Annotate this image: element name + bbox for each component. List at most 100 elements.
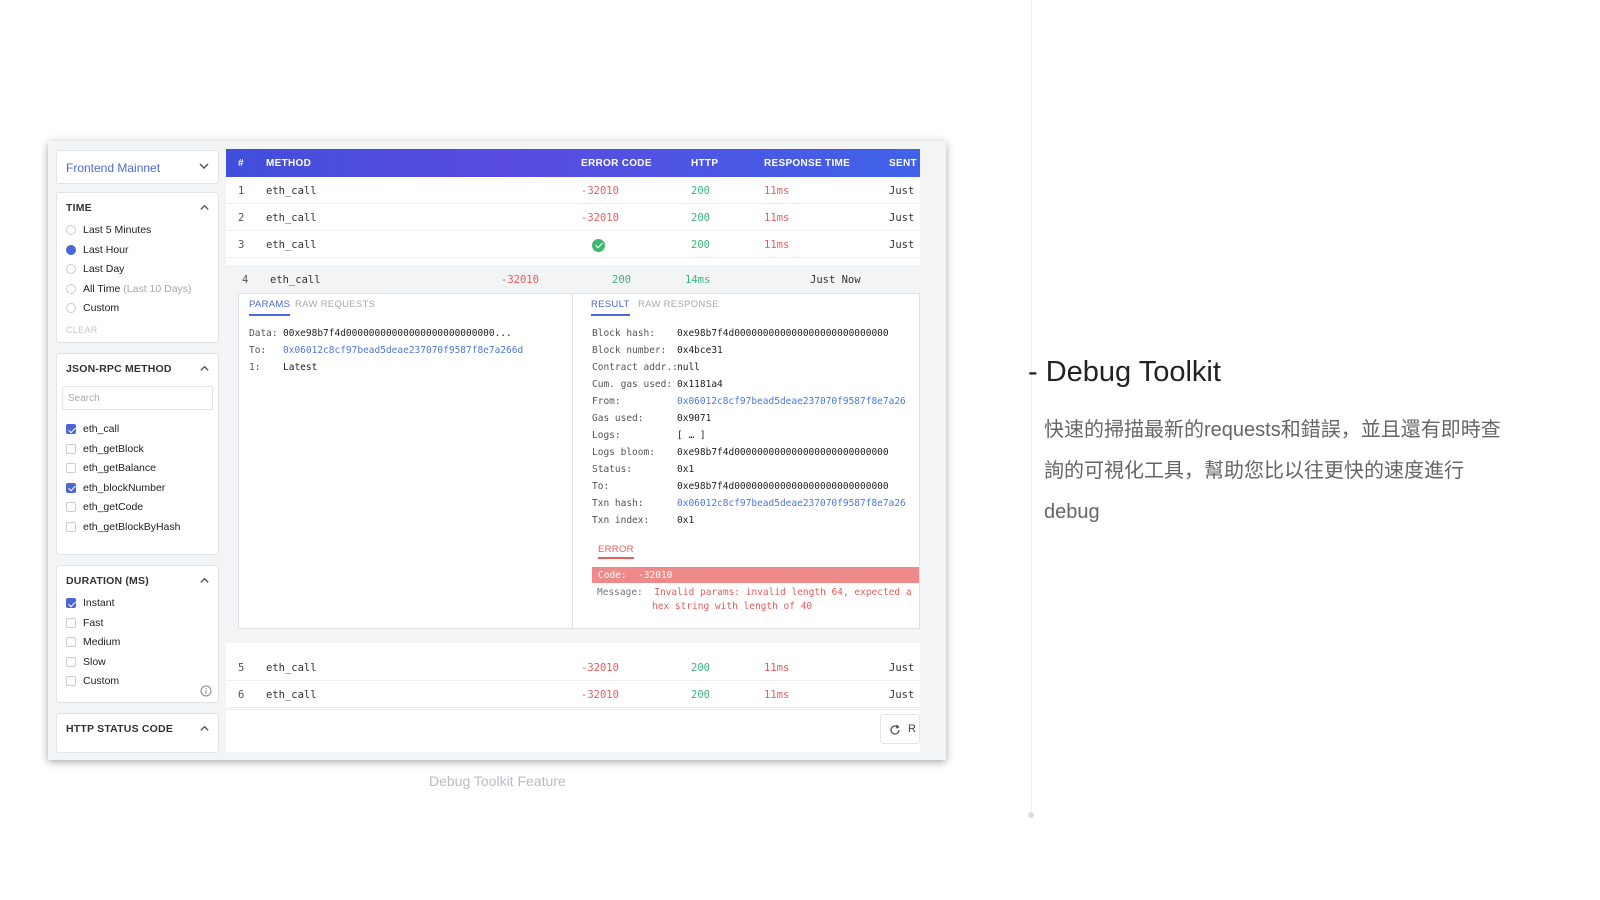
- result-key: Block number:: [592, 345, 667, 356]
- param-key: 1:: [249, 362, 261, 373]
- method-search-input[interactable]: Search: [62, 386, 213, 410]
- param-to: To: 0x06012c8cf97bead5deae237070f9587f8e7…: [249, 345, 523, 356]
- param-value-link[interactable]: 0x06012c8cf97bead5deae237070f9587f8e7a26…: [283, 345, 523, 356]
- chevron-up-icon: [200, 365, 209, 371]
- row-response-time: 11ms: [764, 662, 790, 674]
- clear-button[interactable]: CLEAR: [57, 319, 218, 341]
- result-txn-index: Txn index: 0x1: [592, 515, 694, 526]
- table-row[interactable]: 5 eth_call -32010 200 11ms Just: [226, 654, 920, 681]
- divider-dot: [1028, 812, 1034, 818]
- duration-option-medium[interactable]: Medium: [57, 633, 218, 653]
- duration-option-instant[interactable]: Instant: [57, 594, 218, 614]
- checkbox-checked-icon: [66, 598, 76, 608]
- result-key: To:: [592, 481, 610, 492]
- error-message-continued: hex string with length of 40: [652, 601, 813, 612]
- tab-raw-response[interactable]: RAW RESPONSE: [638, 299, 719, 314]
- time-option-all-time[interactable]: All Time (Last 10 Days): [57, 280, 218, 300]
- debug-toolkit-screenshot: Frontend Mainnet TIME Last 5 Minutes Las…: [48, 141, 946, 760]
- checkbox-icon: [66, 656, 76, 667]
- result-value: 0x4bce31: [677, 345, 723, 356]
- header-error-code[interactable]: ERROR CODE: [581, 158, 652, 169]
- row-sent: Just: [889, 662, 915, 674]
- checkbox-icon: [66, 502, 76, 512]
- duration-option-custom[interactable]: Custom: [57, 672, 218, 692]
- header-response-time[interactable]: RESPONSE TIME: [764, 158, 850, 169]
- row-num: 3: [238, 239, 245, 251]
- table-row[interactable]: 6 eth_call -32010 200 11ms Just: [226, 681, 920, 708]
- result-logs-bloom: Logs bloom: 0xe98b7f4d0000000000000000000…: [592, 447, 889, 458]
- duration-option-fast[interactable]: Fast: [57, 614, 218, 634]
- checkbox-icon: [66, 617, 76, 628]
- header-method[interactable]: METHOD: [266, 158, 311, 169]
- duration-filter-panel: DURATION (MS) Instant Fast Medium Slow C…: [56, 565, 219, 703]
- http-status-filter-header[interactable]: HTTP STATUS CODE: [57, 714, 218, 742]
- time-filter-header[interactable]: TIME: [57, 193, 218, 221]
- row-num: 4: [242, 274, 249, 286]
- time-option-custom[interactable]: Custom: [57, 299, 218, 319]
- requests-table: # METHOD ERROR CODE HTTP RESPONSE TIME S…: [226, 149, 920, 752]
- checkbox-icon: [66, 521, 76, 532]
- row-num: 5: [238, 662, 245, 674]
- method-option-eth-call[interactable]: eth_call: [57, 420, 218, 440]
- slide-title: - Debug Toolkit: [1028, 356, 1221, 388]
- method-option-eth-getblockbyhash[interactable]: eth_getBlockByHash: [57, 518, 218, 538]
- tab-raw-requests[interactable]: RAW REQUESTS: [295, 299, 375, 314]
- http-status-filter-title: HTTP STATUS CODE: [66, 723, 174, 735]
- method-filter-header[interactable]: JSON-RPC METHOD: [57, 354, 218, 382]
- result-value-link[interactable]: 0x06012c8cf97bead5deae237070f9587f8e7a26: [677, 498, 906, 509]
- time-option-last-5-minutes[interactable]: Last 5 Minutes: [57, 221, 218, 241]
- row-http: 200: [691, 662, 710, 674]
- result-value-link[interactable]: 0x06012c8cf97bead5deae237070f9587f8e7a26: [677, 396, 906, 407]
- http-status-filter-panel: HTTP STATUS CODE: [56, 713, 219, 753]
- result-value: 0x1: [677, 464, 695, 475]
- result-value: 0xe98b7f4d000000000000000000000000000: [677, 481, 889, 492]
- row-error-code: -32010: [501, 274, 539, 286]
- result-cum-gas-used: Cum. gas used: 0x1181a4: [592, 379, 723, 390]
- time-option-last-hour[interactable]: Last Hour: [57, 241, 218, 261]
- radio-icon: [66, 264, 76, 274]
- row-response-time: 11ms: [764, 689, 790, 701]
- row-method: eth_call: [266, 662, 317, 674]
- result-value: 0x9071: [677, 413, 712, 424]
- param-data: Data: 00xe98b7f4d000000000000000000000000…: [249, 328, 512, 339]
- method-option-eth-blocknumber[interactable]: eth_blockNumber: [57, 479, 218, 499]
- time-option-last-day[interactable]: Last Day: [57, 260, 218, 280]
- tab-error[interactable]: ERROR: [598, 544, 634, 559]
- method-option-eth-getblock[interactable]: eth_getBlock: [57, 440, 218, 460]
- header-http[interactable]: HTTP: [691, 158, 718, 169]
- option-label: Medium: [83, 636, 121, 648]
- table-row[interactable]: 1 eth_call -32010 200 11ms Just: [226, 177, 920, 204]
- duration-filter-header[interactable]: DURATION (MS): [57, 566, 218, 594]
- info-icon[interactable]: [200, 685, 212, 697]
- vertical-divider: [1031, 0, 1032, 818]
- time-filter-panel: TIME Last 5 Minutes Last Hour Last Day A…: [56, 192, 219, 343]
- duration-option-slow[interactable]: Slow: [57, 653, 218, 673]
- checkbox-icon: [66, 676, 76, 686]
- table-row[interactable]: 3 eth_call 200 11ms Just: [226, 231, 920, 258]
- method-option-eth-getcode[interactable]: eth_getCode: [57, 498, 218, 518]
- option-label: Slow: [83, 655, 106, 668]
- result-value[interactable]: [ … ]: [677, 430, 706, 441]
- table-row[interactable]: 2 eth_call -32010 200 11ms Just: [226, 204, 920, 231]
- option-label: eth_getCode: [83, 501, 144, 513]
- result-key: Logs:: [592, 430, 621, 441]
- result-txn-hash: Txn hash: 0x06012c8cf97bead5deae237070f95…: [592, 498, 906, 509]
- option-label: Last 5 Minutes: [83, 224, 152, 236]
- tab-result[interactable]: RESULT: [591, 299, 630, 316]
- header-sent[interactable]: SENT: [889, 158, 917, 169]
- result-block-hash: Block hash: 0xe98b7f4d0000000000000000000…: [592, 328, 889, 339]
- network-select-label: Frontend Mainnet: [66, 161, 161, 175]
- result-value: 0xe98b7f4d000000000000000000000000000: [677, 328, 889, 339]
- expanded-request: 4 eth_call -32010 200 14ms Just Now PARA…: [226, 265, 920, 643]
- expanded-row-summary[interactable]: 4 eth_call -32010 200 14ms Just Now: [226, 265, 920, 292]
- tab-params[interactable]: PARAMS: [249, 299, 291, 316]
- checkbox-icon: [66, 463, 76, 473]
- option-label: eth_getBlock: [83, 442, 144, 455]
- chevron-up-icon: [200, 725, 209, 731]
- network-select[interactable]: Frontend Mainnet: [56, 150, 219, 184]
- param-value: 00xe98b7f4d00000000000000000000000000...: [283, 328, 512, 339]
- row-http: 200: [612, 274, 631, 286]
- method-option-eth-getbalance[interactable]: eth_getBalance: [57, 459, 218, 479]
- refresh-button[interactable]: R: [880, 714, 920, 744]
- row-response-time: 11ms: [764, 212, 790, 224]
